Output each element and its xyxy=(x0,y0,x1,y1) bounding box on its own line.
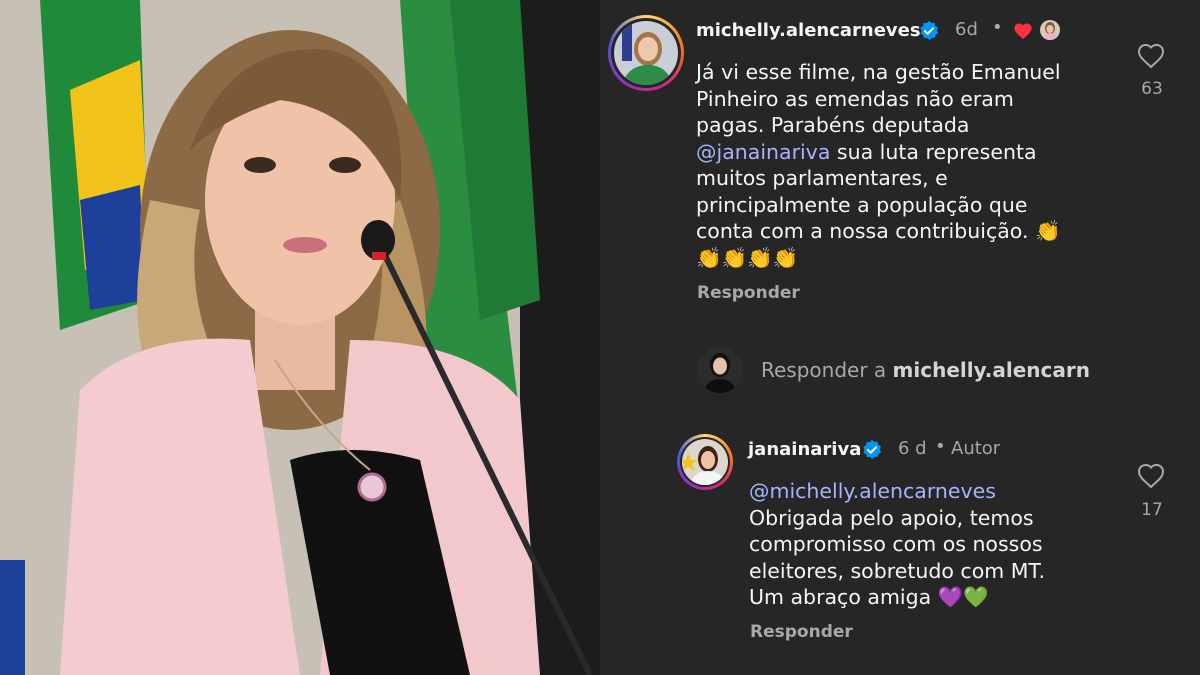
reply-input-target: michelly.alencarn xyxy=(892,358,1091,382)
liked-by-avatar xyxy=(1040,20,1060,40)
comment2-text: @michelly.alencarneves Obrigada pelo apo… xyxy=(749,478,1129,611)
comment1-line: pagas. Parabéns deputada xyxy=(696,113,970,137)
comment2-line: eleitores, sobretudo com MT. xyxy=(749,558,1046,583)
comment2-username[interactable]: janainariva xyxy=(748,439,861,460)
reply-input-prefix: Responder a xyxy=(761,358,887,382)
comment2-like-heart-icon[interactable] xyxy=(1137,463,1165,489)
mention-janainariva[interactable]: @janainariva xyxy=(696,140,830,164)
clap-emoji: 👏 xyxy=(1035,219,1061,243)
avatar-janainariva-image xyxy=(682,439,728,485)
speaker-photo-illustration xyxy=(0,0,600,675)
speaker-photo xyxy=(0,0,600,675)
comment1-line: muitos parlamentares, e xyxy=(696,166,948,190)
liked-by-author-heart-icon xyxy=(1014,23,1032,40)
current-user-avatar xyxy=(697,347,743,393)
separator-dot: • xyxy=(935,436,946,457)
verified-badge-icon xyxy=(863,439,882,459)
avatar-janainariva[interactable] xyxy=(677,434,733,490)
comment1-line-rest: conta com a nossa contribuição. xyxy=(696,219,1029,243)
comment2-line-rest: Um abraço amiga xyxy=(749,585,932,609)
comment1-reply-button[interactable]: Responder xyxy=(697,283,800,303)
comment1-line-rest: sua luta representa xyxy=(836,139,1037,164)
mention-michelly[interactable]: @michelly.alencarneves xyxy=(749,478,1129,505)
comment1-like-heart-icon[interactable] xyxy=(1137,43,1165,69)
comment1-text: Já vi esse filme, na gestão Emanuel Pinh… xyxy=(696,59,1116,271)
comment2-time: 6 d xyxy=(898,438,927,459)
comment1-username[interactable]: michelly.alencarneves xyxy=(696,20,921,41)
comment1-time: 6d xyxy=(955,19,978,40)
comment2-line: compromisso com os nossos xyxy=(749,532,1043,556)
comments-panel: michelly.alencarneves 6d • Já vi esse fi… xyxy=(600,0,1200,675)
author-badge: Autor xyxy=(951,438,1001,459)
reply-input-placeholder[interactable]: Responder a michelly.alencarn xyxy=(761,358,1090,382)
comment1-line: conta com a nossa contribuição. 👏 xyxy=(696,218,1116,245)
comment1-line: principalmente a população que xyxy=(696,192,1028,217)
comment2-line: Obrigada pelo apoio, temos xyxy=(749,505,1034,530)
avatar-michelly-image xyxy=(614,21,678,85)
comment1-clap-line: 👏👏👏👏 xyxy=(696,245,799,270)
avatar-michelly[interactable] xyxy=(608,15,684,91)
comment1-like-count: 63 xyxy=(1141,79,1163,99)
comment2-line: Um abraço amiga 💜💚 xyxy=(749,584,1129,611)
verified-badge-icon xyxy=(920,20,939,40)
comment1-line: Já vi esse filme, na gestão Emanuel xyxy=(696,60,1061,84)
comment1-line: @janainariva sua luta representa xyxy=(696,139,1116,166)
comment2-like-count: 17 xyxy=(1141,500,1163,520)
hearts-emoji: 💜💚 xyxy=(937,585,989,609)
separator-dot: • xyxy=(992,17,1003,38)
comment2-reply-button[interactable]: Responder xyxy=(750,622,853,642)
comment1-line: Pinheiro as emendas não eram xyxy=(696,86,1014,111)
